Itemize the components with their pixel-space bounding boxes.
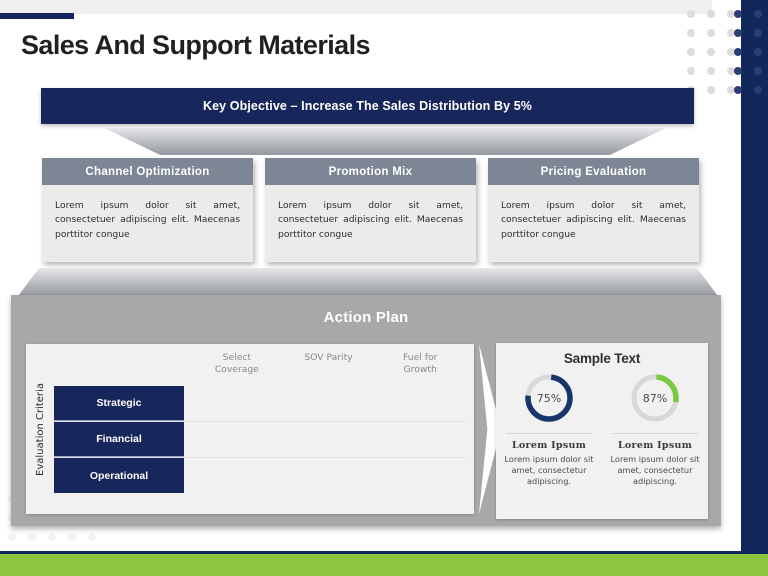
table-column-header: Fuel for Growth <box>402 352 438 375</box>
decorative-dot <box>748 42 768 61</box>
decorative-dot <box>701 23 721 42</box>
table-cell[interactable] <box>278 386 372 421</box>
donut-chart: 87% <box>629 372 681 424</box>
action-plan-title: Action Plan <box>323 309 409 326</box>
pillar-card-title: Channel Optimization <box>42 158 253 185</box>
table-cell[interactable] <box>372 458 466 493</box>
table-cell[interactable] <box>184 386 278 421</box>
decorative-dot <box>62 527 82 546</box>
pillar-card-body: Lorem ipsum dolor sit amet, consectetuer… <box>501 200 686 240</box>
decorative-dot <box>681 4 701 23</box>
decorative-dot <box>748 23 768 42</box>
decorative-dot <box>701 80 721 99</box>
top-left-accent-bar <box>0 13 74 19</box>
decorative-dot <box>748 61 768 80</box>
table-row-label: Financial <box>54 422 184 457</box>
table-column-header: SOV Parity <box>304 352 353 363</box>
decorative-dot <box>728 80 748 99</box>
table-cell[interactable] <box>184 422 278 457</box>
decorative-dot <box>681 42 701 61</box>
decorative-dot <box>701 42 721 61</box>
top-gray-band <box>0 0 712 14</box>
table-rows: Strategic Financial Operational <box>54 386 466 493</box>
pillar-card-title: Promotion Mix <box>265 158 476 185</box>
table-row-cells <box>184 422 466 457</box>
table-column-headers: Select Coverage SOV Parity Fuel for Growth <box>191 352 466 375</box>
donut-percent-label: 75% <box>536 391 562 405</box>
divider <box>612 433 698 434</box>
decorative-dot <box>22 527 42 546</box>
page-title: Sales And Support Materials <box>21 30 370 60</box>
decorative-dot <box>728 23 748 42</box>
decorative-dot <box>2 527 22 546</box>
evaluation-criteria-axis-label: Evaluation Criteria <box>30 354 50 504</box>
bottom-green-bar <box>0 554 768 576</box>
decorative-dot <box>728 4 748 23</box>
donut-chart: 75% <box>523 372 575 424</box>
donut-description: Lorem ipsum dolor sit amet, consectetur … <box>504 454 594 487</box>
donut-heading: Lorem Ipsum <box>511 440 587 451</box>
key-objective-banner: Key Objective – Increase The Sales Distr… <box>41 88 694 124</box>
table-cell[interactable] <box>278 422 372 457</box>
decorative-dot <box>701 61 721 80</box>
table-cell[interactable] <box>372 422 466 457</box>
donut-metric-1: 75% Lorem Ipsum Lorem ipsum dolor sit am… <box>496 372 602 487</box>
pillar-card-pricing-evaluation[interactable]: Pricing Evaluation Lorem ipsum dolor sit… <box>488 158 699 262</box>
pillar-card-body: Lorem ipsum dolor sit amet, consectetuer… <box>55 200 240 240</box>
decorative-dot <box>681 61 701 80</box>
donut-metric-2: 87% Lorem Ipsum Lorem ipsum dolor sit am… <box>602 372 708 487</box>
decorative-dot <box>82 527 102 546</box>
divider <box>506 433 592 434</box>
evaluation-criteria-axis-text: Evaluation Criteria <box>34 382 46 476</box>
table-cell[interactable] <box>184 458 278 493</box>
decorative-dot <box>728 61 748 80</box>
table-row-cells <box>184 458 466 493</box>
decorative-dot <box>701 4 721 23</box>
pillar-card-promotion-mix[interactable]: Promotion Mix Lorem ipsum dolor sit amet… <box>265 158 476 262</box>
table-cell[interactable] <box>372 386 466 421</box>
table-row-label: Operational <box>54 458 184 493</box>
decorative-dot <box>748 4 768 23</box>
sample-text-title: Sample Text <box>563 351 641 366</box>
table-row[interactable]: Operational <box>54 458 466 493</box>
sample-text-panel: Sample Text 75% Lorem Ipsum Lorem ipsum … <box>496 343 708 519</box>
table-row[interactable]: Strategic <box>54 386 466 422</box>
table-row-label: Strategic <box>54 386 184 421</box>
table-row-cells <box>184 386 466 421</box>
pillar-card-channel-optimization[interactable]: Channel Optimization Lorem ipsum dolor s… <box>42 158 253 262</box>
decorative-dot <box>748 80 768 99</box>
pillar-card-title: Pricing Evaluation <box>488 158 699 185</box>
evaluation-table: Evaluation Criteria Select Coverage SOV P… <box>26 344 474 514</box>
funnel-connector-middle <box>18 268 718 296</box>
decorative-dot <box>42 527 62 546</box>
pillar-card-body: Lorem ipsum dolor sit amet, consectetuer… <box>278 200 463 240</box>
decorative-dot <box>681 23 701 42</box>
table-cell[interactable] <box>278 458 372 493</box>
table-row[interactable]: Financial <box>54 422 466 458</box>
funnel-connector-top <box>104 128 666 155</box>
donut-percent-label: 87% <box>642 391 668 405</box>
decorative-dot <box>728 42 748 61</box>
donut-heading: Lorem Ipsum <box>617 440 693 451</box>
slide-canvas: Sales And Support Materials Key Objectiv… <box>0 0 768 576</box>
table-column-header: Select Coverage <box>214 352 259 375</box>
donut-chart-row: 75% Lorem Ipsum Lorem ipsum dolor sit am… <box>496 372 708 487</box>
key-objective-text: Key Objective – Increase The Sales Distr… <box>202 99 533 113</box>
donut-description: Lorem ipsum dolor sit amet, consectetur … <box>610 454 700 487</box>
decorative-dot-grid-navy <box>728 4 768 99</box>
